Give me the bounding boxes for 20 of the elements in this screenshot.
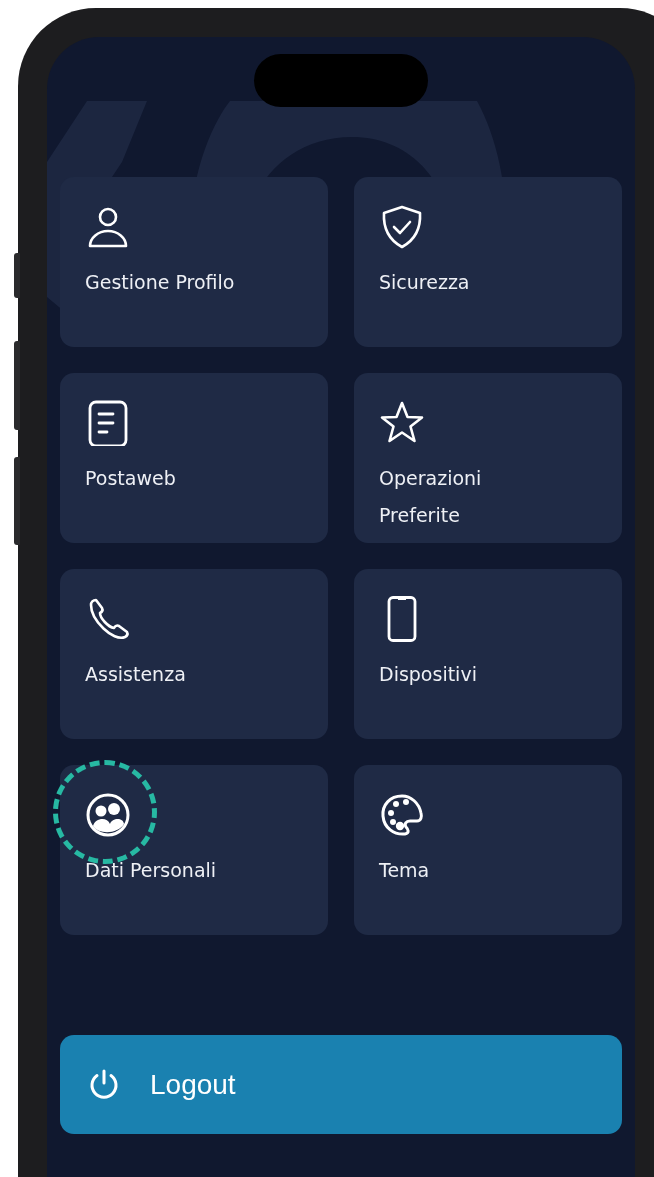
menu-tile[interactable]: Dispositivi <box>354 569 622 739</box>
palette-icon <box>379 792 425 838</box>
logout-button[interactable]: Logout <box>60 1035 622 1134</box>
tile-label: Gestione Profilo <box>85 270 236 295</box>
menu-tile[interactable]: Postaweb <box>60 373 328 543</box>
tile-label: Assistenza <box>85 662 187 687</box>
menu-tile[interactable]: Tema <box>354 765 622 935</box>
tile-label: Tema <box>379 858 431 883</box>
menu-tile[interactable]: Gestione Profilo <box>60 177 328 347</box>
tile-label: Dati Personali <box>85 858 218 883</box>
menu-tile[interactable]: Operazioni Preferite <box>354 373 622 543</box>
menu-tile[interactable]: Sicurezza <box>354 177 622 347</box>
people-icon <box>85 792 131 838</box>
tile-label: Sicurezza <box>379 270 471 295</box>
menu-tile[interactable]: Assistenza <box>60 569 328 739</box>
tile-label: Operazioni Preferite <box>379 466 483 528</box>
tile-label: Dispositivi <box>379 662 478 687</box>
power-icon <box>88 1068 120 1101</box>
menu-tile[interactable]: Dati Personali <box>60 765 328 935</box>
tile-label: Postaweb <box>85 466 177 491</box>
